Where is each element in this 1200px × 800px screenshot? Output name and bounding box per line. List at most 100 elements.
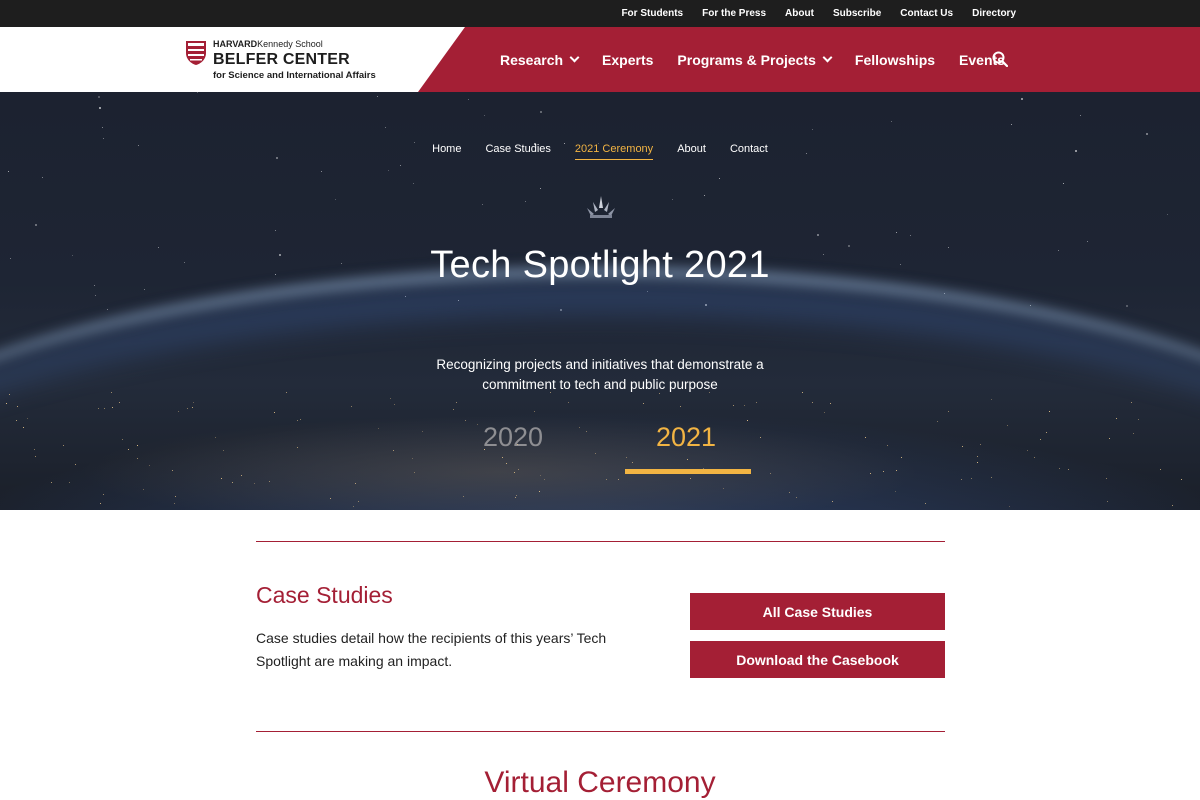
city-light bbox=[122, 439, 123, 440]
city-light bbox=[353, 506, 354, 507]
city-light bbox=[539, 491, 540, 492]
star bbox=[400, 165, 401, 166]
city-light bbox=[254, 483, 255, 484]
city-light bbox=[744, 405, 745, 406]
star bbox=[672, 199, 673, 200]
city-light bbox=[484, 449, 485, 450]
city-light bbox=[1059, 468, 1060, 469]
download-casebook-button[interactable]: Download the Casebook bbox=[690, 641, 945, 678]
city-light bbox=[802, 392, 803, 393]
city-light bbox=[390, 398, 391, 399]
link-for-students[interactable]: For Students bbox=[621, 8, 683, 19]
star bbox=[103, 138, 104, 139]
hero-subtitle: Recognizing projects and initiatives tha… bbox=[436, 357, 764, 392]
star bbox=[525, 201, 526, 202]
city-light bbox=[17, 406, 18, 407]
city-light bbox=[6, 403, 7, 404]
star bbox=[1087, 241, 1088, 242]
nav-fellowships[interactable]: Fellowships bbox=[855, 52, 935, 68]
city-light bbox=[269, 481, 270, 482]
city-light bbox=[796, 497, 797, 498]
city-light bbox=[422, 431, 423, 432]
link-contact-us[interactable]: Contact Us bbox=[900, 8, 953, 19]
hero-subnav: Home Case Studies 2021 Ceremony About Co… bbox=[0, 143, 1200, 160]
case-studies-description: Case studies detail how the recipients o… bbox=[256, 630, 607, 669]
city-light bbox=[175, 496, 176, 497]
link-directory[interactable]: Directory bbox=[972, 8, 1016, 19]
year-tab-2021[interactable]: 2021 bbox=[656, 422, 716, 453]
star bbox=[482, 204, 483, 205]
all-case-studies-button[interactable]: All Case Studies bbox=[690, 593, 945, 630]
utility-bar: For Students For the Press About Subscri… bbox=[0, 0, 1200, 27]
star bbox=[1080, 115, 1081, 116]
link-subscribe[interactable]: Subscribe bbox=[833, 8, 881, 19]
link-for-the-press[interactable]: For the Press bbox=[702, 8, 766, 19]
city-light bbox=[977, 462, 978, 463]
nav-programs-projects[interactable]: Programs & Projects bbox=[677, 52, 833, 68]
city-light bbox=[1027, 450, 1028, 451]
subnav-2021-ceremony[interactable]: 2021 Ceremony bbox=[574, 143, 654, 160]
city-light bbox=[75, 464, 76, 465]
search-icon[interactable] bbox=[992, 51, 1008, 67]
star bbox=[98, 96, 100, 98]
city-light bbox=[193, 402, 194, 403]
city-light bbox=[34, 449, 35, 450]
city-light bbox=[980, 444, 981, 445]
star bbox=[8, 171, 9, 172]
city-light bbox=[414, 472, 415, 473]
star bbox=[468, 99, 469, 100]
city-light bbox=[760, 437, 761, 438]
subnav-case-studies[interactable]: Case Studies bbox=[485, 143, 550, 160]
city-light bbox=[502, 457, 503, 458]
subnav-contact[interactable]: Contact bbox=[730, 143, 768, 160]
city-light bbox=[1106, 478, 1107, 479]
city-light bbox=[35, 456, 36, 457]
city-light bbox=[221, 478, 222, 479]
city-light bbox=[143, 489, 144, 490]
city-light bbox=[103, 494, 104, 495]
city-light bbox=[1116, 418, 1117, 419]
nav-experts[interactable]: Experts bbox=[602, 52, 653, 68]
city-light bbox=[659, 393, 660, 394]
star bbox=[335, 199, 336, 200]
city-light bbox=[128, 449, 129, 450]
subnav-about[interactable]: About bbox=[677, 143, 706, 160]
city-light bbox=[709, 392, 710, 393]
city-light bbox=[241, 475, 242, 476]
star bbox=[388, 170, 389, 171]
star bbox=[896, 232, 897, 233]
city-light bbox=[477, 424, 478, 425]
nav-research[interactable]: Research bbox=[500, 52, 580, 68]
logo-kennedy-school: Kennedy School bbox=[257, 39, 323, 49]
city-light bbox=[643, 403, 644, 404]
city-light bbox=[215, 437, 216, 438]
spotlight-crown-icon bbox=[587, 196, 615, 218]
city-light bbox=[355, 483, 356, 484]
subnav-home[interactable]: Home bbox=[432, 143, 461, 160]
star bbox=[42, 177, 43, 178]
star bbox=[704, 195, 705, 196]
harvard-shield-icon bbox=[186, 41, 206, 65]
city-light bbox=[756, 402, 757, 403]
city-light bbox=[618, 479, 619, 480]
city-light bbox=[187, 408, 188, 409]
city-light bbox=[1046, 432, 1047, 433]
city-light bbox=[832, 501, 833, 502]
city-light bbox=[300, 419, 301, 420]
city-light bbox=[1138, 419, 1139, 420]
city-light bbox=[971, 478, 972, 479]
city-light bbox=[412, 458, 413, 459]
city-light bbox=[680, 406, 681, 407]
link-about[interactable]: About bbox=[785, 8, 814, 19]
logo-tagline: for Science and International Affairs bbox=[213, 70, 376, 81]
star bbox=[540, 111, 542, 113]
year-tab-2020[interactable]: 2020 bbox=[483, 422, 543, 453]
city-light bbox=[703, 468, 704, 469]
city-light bbox=[514, 472, 515, 473]
city-light bbox=[274, 412, 275, 413]
city-light bbox=[550, 392, 551, 393]
city-light bbox=[172, 470, 173, 471]
star bbox=[484, 115, 485, 116]
logo-belfer-center: BELFER CENTER bbox=[213, 51, 350, 68]
page-title: Tech Spotlight 2021 bbox=[430, 244, 770, 286]
